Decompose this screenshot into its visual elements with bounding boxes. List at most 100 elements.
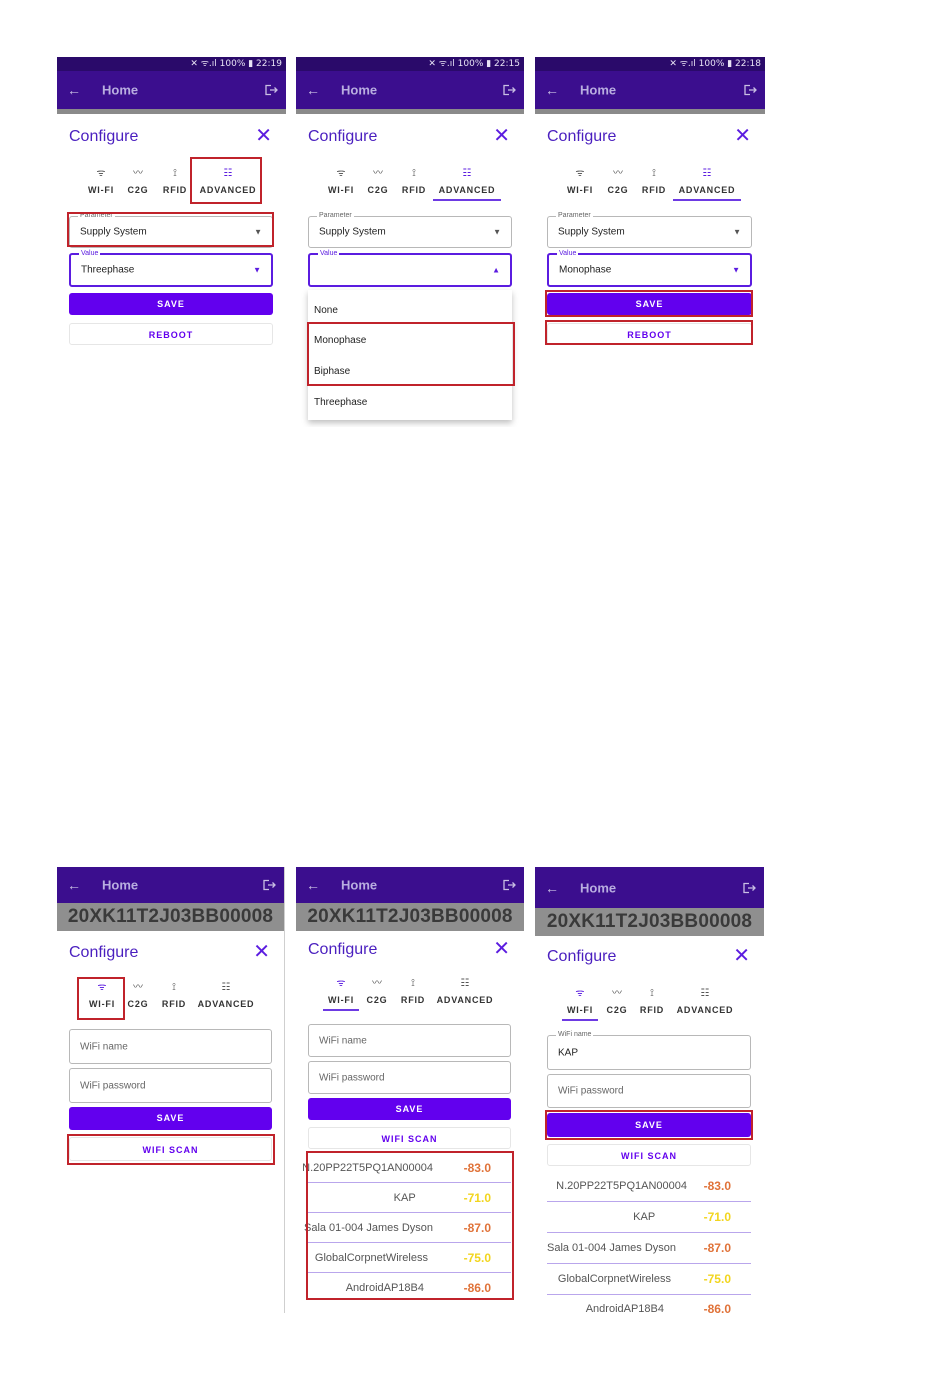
app-bar: ← Home: [535, 71, 765, 109]
arrow-left-icon[interactable]: ←: [306, 877, 320, 893]
save-button[interactable]: SAVE: [69, 1107, 272, 1130]
status-bar: ✕ ᯤ.ıl 100% ▮ 22:15: [296, 57, 524, 71]
tab-wifi[interactable]: ᯤ WI-FI: [323, 977, 359, 1011]
close-icon[interactable]: ✕: [493, 126, 510, 146]
exit-icon[interactable]: [263, 879, 276, 891]
tab-rfid[interactable]: ⟟ RFID: [399, 977, 427, 1005]
value-label: Value: [318, 249, 340, 259]
tab-rfid[interactable]: ⟟ RFID: [400, 167, 428, 195]
arrow-left-icon[interactable]: ←: [67, 877, 81, 893]
tab-rfid[interactable]: ⟟ RFID: [161, 167, 189, 195]
device-serial: 20XK11T2J03BB00008: [296, 903, 524, 931]
tab-wifi[interactable]: ᯤ WI-FI: [87, 167, 115, 195]
header-band: [296, 109, 524, 114]
wifi-scan-button[interactable]: WIFI SCAN: [308, 1127, 511, 1149]
tab-wifi[interactable]: ᯤ WI-FI: [566, 167, 594, 195]
arrow-left-icon[interactable]: ←: [306, 82, 320, 98]
tab-advanced[interactable]: ☷ ADVANCED: [434, 977, 496, 1005]
tab-wifi[interactable]: ᯤ WI-FI: [562, 987, 598, 1021]
save-button[interactable]: SAVE: [308, 1098, 511, 1120]
parameter-select[interactable]: Parameter Supply System ▼: [547, 211, 752, 248]
wifi-password-input[interactable]: WiFi password: [547, 1074, 751, 1108]
wifi-name-input[interactable]: WiFi name: [308, 1024, 511, 1057]
network-ssid: GlobalCorpnetWireless: [557, 1273, 671, 1285]
close-icon[interactable]: ✕: [493, 939, 510, 959]
wifi-network-row[interactable]: AndroidAP18B4 -86.0: [547, 1295, 751, 1322]
tab-rfid[interactable]: ⟟ RFID: [160, 981, 188, 1009]
tab-advanced[interactable]: ☷ ADVANCED: [673, 167, 741, 201]
app-title: Home: [580, 880, 617, 895]
tab-c2g[interactable]: 〰 C2G: [365, 167, 391, 195]
tab-c2g[interactable]: 〰 C2G: [604, 987, 630, 1015]
tab-advanced[interactable]: ☷ ADVANCED: [433, 167, 501, 201]
highlight-save: [545, 1110, 753, 1140]
status-bar: ✕ ᯤ.ıl 100% ▮ 22:18: [535, 57, 765, 71]
tab-c2g[interactable]: 〰 C2G: [125, 167, 151, 195]
tab-rfid[interactable]: ⟟ RFID: [640, 167, 668, 195]
tab-c2g[interactable]: 〰 C2G: [605, 167, 631, 195]
wifi-name-input[interactable]: WiFi name: [69, 1029, 272, 1064]
chevron-down-icon: ▼: [733, 227, 741, 237]
save-button[interactable]: SAVE: [69, 293, 273, 315]
highlight-save: [545, 290, 753, 317]
exit-icon[interactable]: [503, 879, 516, 891]
arrow-left-icon[interactable]: ←: [545, 82, 559, 98]
parameter-value: Supply System: [558, 226, 625, 238]
parameter-label: Parameter: [317, 211, 354, 221]
tab-advanced[interactable]: ☷ ADVANCED: [195, 981, 257, 1009]
tab-wifi[interactable]: ᯤ WI-FI: [327, 167, 355, 195]
sliders-icon: ☷: [700, 988, 710, 999]
tab-indicator: [433, 199, 501, 201]
exit-icon[interactable]: [743, 882, 756, 893]
header-band: [57, 109, 286, 114]
close-icon[interactable]: ✕: [253, 942, 270, 962]
value-select[interactable]: Value ▲: [308, 249, 512, 287]
network-rssi: -75.0: [703, 1272, 731, 1286]
tab-c2g[interactable]: 〰 C2G: [125, 981, 151, 1009]
chart-line-icon: 〰: [373, 168, 383, 179]
rfid-icon: ⟟: [650, 988, 654, 999]
reboot-button[interactable]: REBOOT: [69, 323, 273, 345]
wifi-network-row[interactable]: N.20PP22T5PQ1AN00004 -83.0: [547, 1171, 751, 1202]
wifi-password-input[interactable]: WiFi password: [69, 1068, 272, 1103]
exit-icon[interactable]: [744, 84, 757, 96]
wifi-network-row[interactable]: KAP -71.0: [547, 1202, 751, 1233]
wifi-scan-button[interactable]: WIFI SCAN: [547, 1144, 751, 1166]
device-serial: 20XK11T2J03BB00008: [57, 903, 284, 931]
tab-c2g[interactable]: 〰 C2G: [364, 977, 390, 1005]
wifi-name-placeholder: WiFi name: [80, 1041, 128, 1052]
wifi-icon: ᯤ: [575, 168, 585, 179]
value-select[interactable]: Value Monophase ▼: [547, 249, 752, 287]
wifi-password-input[interactable]: WiFi password: [308, 1061, 511, 1094]
app-title: Home: [102, 82, 139, 98]
dialog-title: Configure: [69, 128, 139, 145]
app-title: Home: [580, 82, 617, 98]
chart-line-icon: 〰: [612, 988, 622, 999]
close-icon[interactable]: ✕: [734, 126, 751, 146]
exit-icon[interactable]: [503, 84, 516, 96]
option-none[interactable]: None: [314, 305, 338, 316]
network-rssi: -71.0: [703, 1210, 731, 1224]
value-select[interactable]: Value Threephase ▼: [69, 249, 273, 287]
wifi-name-input[interactable]: WiFi name KAP: [547, 1030, 751, 1070]
sliders-icon: ☷: [460, 978, 470, 989]
tab-indicator: [323, 1009, 359, 1011]
device-serial: 20XK11T2J03BB00008: [535, 908, 764, 936]
exit-icon[interactable]: [265, 84, 278, 96]
rfid-icon: ⟟: [412, 168, 416, 179]
parameter-value: Supply System: [319, 226, 386, 238]
close-icon[interactable]: ✕: [733, 946, 750, 966]
tab-rfid[interactable]: ⟟ RFID: [638, 987, 666, 1015]
parameter-select[interactable]: Parameter Supply System ▼: [308, 211, 512, 248]
close-icon[interactable]: ✕: [255, 126, 272, 146]
wifi-network-row[interactable]: Sala 01-004 James Dyson -87.0: [547, 1233, 751, 1264]
sliders-icon: ☷: [702, 168, 712, 179]
option-threephase[interactable]: Threephase: [314, 397, 367, 408]
chart-line-icon: 〰: [372, 978, 382, 989]
sliders-icon: ☷: [221, 982, 231, 993]
tab-indicator: [562, 1019, 598, 1021]
wifi-network-row[interactable]: GlobalCorpnetWireless -75.0: [547, 1264, 751, 1295]
arrow-left-icon[interactable]: ←: [545, 880, 559, 896]
tab-advanced[interactable]: ☷ ADVANCED: [674, 987, 736, 1015]
arrow-left-icon[interactable]: ←: [67, 82, 81, 98]
